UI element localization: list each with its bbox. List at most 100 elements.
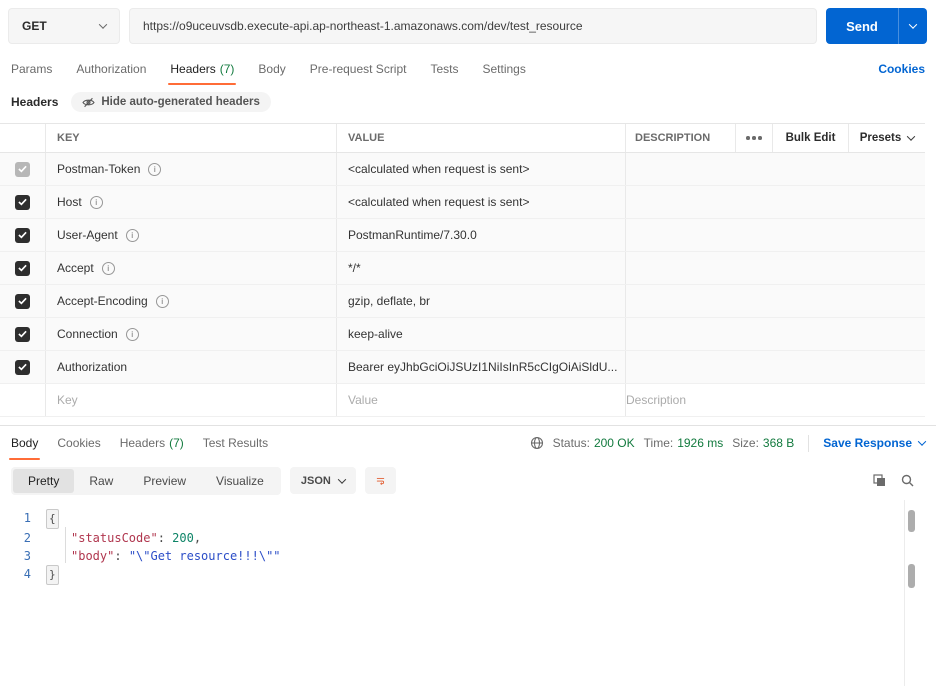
tab-tests[interactable]: Tests [430,52,458,85]
table-row: Postman-Token i <calculated when request … [0,153,925,186]
send-button[interactable]: Send [826,8,899,44]
info-icon[interactable]: i [156,295,169,308]
copy-icon [873,474,886,487]
header-key[interactable]: Postman-Token [57,162,140,176]
response-body-viewer[interactable]: 1 { 2 "statusCode": 200, 3 "body": "\"Ge… [0,500,936,686]
header-description[interactable] [625,318,925,350]
check-icon [18,198,27,206]
header-value[interactable]: Bearer eyJhbGciOiJSUzI1NiIsInR5cCIgOiAiS… [348,360,617,374]
more-options-button[interactable] [735,124,772,152]
header-value[interactable]: <calculated when request is sent> [348,195,529,209]
header-description[interactable] [625,285,925,317]
indent-guide [65,527,66,563]
header-description[interactable] [625,153,925,185]
view-preview[interactable]: Preview [128,469,201,493]
tab-test-results[interactable]: Test Results [203,426,268,460]
copy-button[interactable] [873,474,886,487]
new-key-input[interactable] [57,393,308,407]
tab-label: Body [11,436,38,450]
row-checkbox[interactable] [15,294,30,309]
url-input[interactable] [129,8,817,44]
time-value: 1926 ms [677,436,723,450]
tab-authorization[interactable]: Authorization [76,52,146,85]
hide-auto-generated-headers-toggle[interactable]: Hide auto-generated headers [71,92,270,112]
scrollbar-thumb[interactable] [908,564,915,588]
info-icon[interactable]: i [126,229,139,242]
check-icon [18,264,27,272]
header-description[interactable] [625,186,925,218]
header-description[interactable] [625,252,925,284]
line-number: 4 [0,565,46,585]
check-icon [18,165,27,173]
tab-pre-request-script[interactable]: Pre-request Script [310,52,407,85]
tab-headers[interactable]: Headers (7) [170,52,234,85]
header-key[interactable]: Connection [57,327,118,341]
view-raw[interactable]: Raw [74,469,128,493]
bulk-edit-button[interactable]: Bulk Edit [772,124,848,152]
view-pretty[interactable]: Pretty [13,469,74,493]
tab-response-headers[interactable]: Headers (7) [120,426,184,460]
row-checkbox[interactable] [15,261,30,276]
info-icon[interactable]: i [102,262,115,275]
header-description[interactable] [625,351,925,383]
new-description-input[interactable] [626,393,895,407]
check-icon [18,231,27,239]
tab-body[interactable]: Body [258,52,285,85]
time-badge: Time: 1926 ms [644,436,724,450]
header-value[interactable]: PostmanRuntime/7.30.0 [348,228,477,242]
tab-response-cookies[interactable]: Cookies [57,426,100,460]
row-checkbox[interactable] [15,162,30,177]
info-icon[interactable]: i [90,196,103,209]
view-mode-switcher: Pretty Raw Preview Visualize [11,467,281,495]
size-value: 368 B [763,436,794,450]
column-key: KEY [45,124,336,152]
cookies-link[interactable]: Cookies [878,62,925,76]
tab-response-body[interactable]: Body [11,426,38,460]
send-button-group: Send [826,8,927,44]
headers-subheader: Headers Hide auto-generated headers [0,85,936,123]
toggle-label: Hide auto-generated headers [101,96,259,108]
wrap-lines-button[interactable] [365,467,396,494]
line-number: 1 [0,509,46,529]
info-icon[interactable]: i [126,328,139,341]
json-number: 200 [172,529,194,547]
tab-params[interactable]: Params [11,52,52,85]
header-value[interactable]: <calculated when request is sent> [348,162,529,176]
scrollbar-thumb[interactable] [908,510,915,532]
header-value[interactable]: keep-alive [348,327,403,341]
tab-settings[interactable]: Settings [483,52,526,85]
tab-label: Params [11,62,52,76]
table-row: Accept-Encoding i gzip, deflate, br [0,285,925,318]
row-checkbox[interactable] [15,195,30,210]
header-key[interactable]: Host [57,195,82,209]
code-line: 4 } [0,565,936,585]
header-description[interactable] [625,219,925,251]
format-select[interactable]: JSON [290,467,356,494]
search-button[interactable] [901,474,914,487]
view-visualize[interactable]: Visualize [201,469,279,493]
globe-icon[interactable] [530,436,544,450]
row-checkbox[interactable] [15,228,30,243]
row-checkbox[interactable] [15,360,30,375]
presets-button[interactable]: Presets [848,124,925,152]
column-description: DESCRIPTION [625,124,735,152]
header-value[interactable]: */* [348,261,361,275]
header-key[interactable]: Authorization [57,360,127,374]
tab-label: Cookies [57,436,100,450]
row-checkbox[interactable] [15,327,30,342]
header-key[interactable]: User-Agent [57,228,118,242]
presets-label: Presets [860,132,902,144]
save-response-button[interactable]: Save Response [823,436,925,450]
header-value[interactable]: gzip, deflate, br [348,294,430,308]
info-icon[interactable]: i [148,163,161,176]
new-value-input[interactable] [348,393,597,407]
chevron-down-icon [99,20,107,28]
header-key[interactable]: Accept-Encoding [57,294,148,308]
json-key: "statusCode" [71,529,158,547]
header-key[interactable]: Accept [57,261,94,275]
json-string: "\"Get resource!!!\"" [129,547,281,565]
method-select[interactable]: GET [8,8,120,44]
send-options-button[interactable] [899,8,927,44]
fold-widget[interactable]: { [46,509,59,529]
fold-widget[interactable]: } [46,565,59,585]
